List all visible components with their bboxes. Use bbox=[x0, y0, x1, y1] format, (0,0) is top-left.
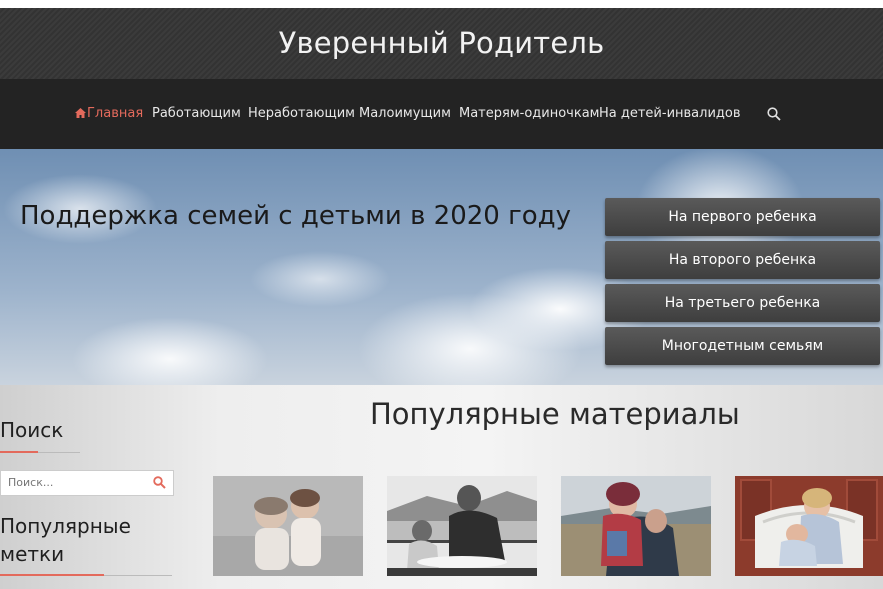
hero-title: Поддержка семей с детьми в 2020 году bbox=[20, 201, 572, 231]
nav-item-single-mothers[interactable]: Матерям-одиночкам bbox=[459, 106, 599, 121]
article-thumbnail[interactable] bbox=[213, 476, 363, 576]
article-thumbnail[interactable] bbox=[735, 476, 883, 576]
site-title[interactable]: Уверенный Родитель bbox=[0, 26, 883, 60]
tags-heading-line2: метки bbox=[0, 542, 65, 566]
thumbnail-image bbox=[213, 476, 363, 576]
site-header: Уверенный Родитель bbox=[0, 8, 883, 79]
nav-item-disabled-children[interactable]: На детей-инвалидов bbox=[599, 106, 741, 121]
top-strip bbox=[0, 0, 883, 8]
first-child-button[interactable]: На первого ребенка bbox=[605, 198, 880, 236]
nav-item-home[interactable]: Главная bbox=[75, 106, 143, 121]
search-heading: Поиск bbox=[0, 418, 64, 442]
nav-item-nonworking[interactable]: Неработающим bbox=[248, 106, 355, 121]
main-nav: Главная Работающим Неработающим Малоимущ… bbox=[0, 79, 883, 149]
home-icon bbox=[75, 108, 86, 118]
third-child-button[interactable]: На третьего ребенка bbox=[605, 284, 880, 322]
tags-heading-line1: Популярные bbox=[0, 514, 131, 538]
search-icon[interactable] bbox=[767, 107, 781, 121]
nav-item-low-income[interactable]: Малоимущим bbox=[359, 106, 451, 121]
hero-banner: Поддержка семей с детьми в 2020 году На … bbox=[0, 149, 883, 385]
large-families-button[interactable]: Многодетным семьям bbox=[605, 327, 880, 365]
article-thumbnail[interactable] bbox=[387, 476, 537, 576]
nav-item-working[interactable]: Работающим bbox=[152, 106, 241, 121]
popular-materials-title: Популярные материалы bbox=[370, 397, 740, 431]
search-input[interactable] bbox=[1, 471, 148, 494]
search-icon[interactable] bbox=[153, 476, 166, 489]
thumbnail-image bbox=[561, 476, 711, 576]
search-form bbox=[0, 470, 174, 496]
thumbnail-image bbox=[735, 476, 883, 576]
thumbnail-image bbox=[387, 476, 537, 576]
article-thumbnail[interactable] bbox=[561, 476, 711, 576]
nav-item-label: Главная bbox=[87, 106, 144, 121]
accent-divider bbox=[0, 451, 38, 453]
second-child-button[interactable]: На второго ребенка bbox=[605, 241, 880, 279]
accent-divider bbox=[0, 574, 104, 576]
